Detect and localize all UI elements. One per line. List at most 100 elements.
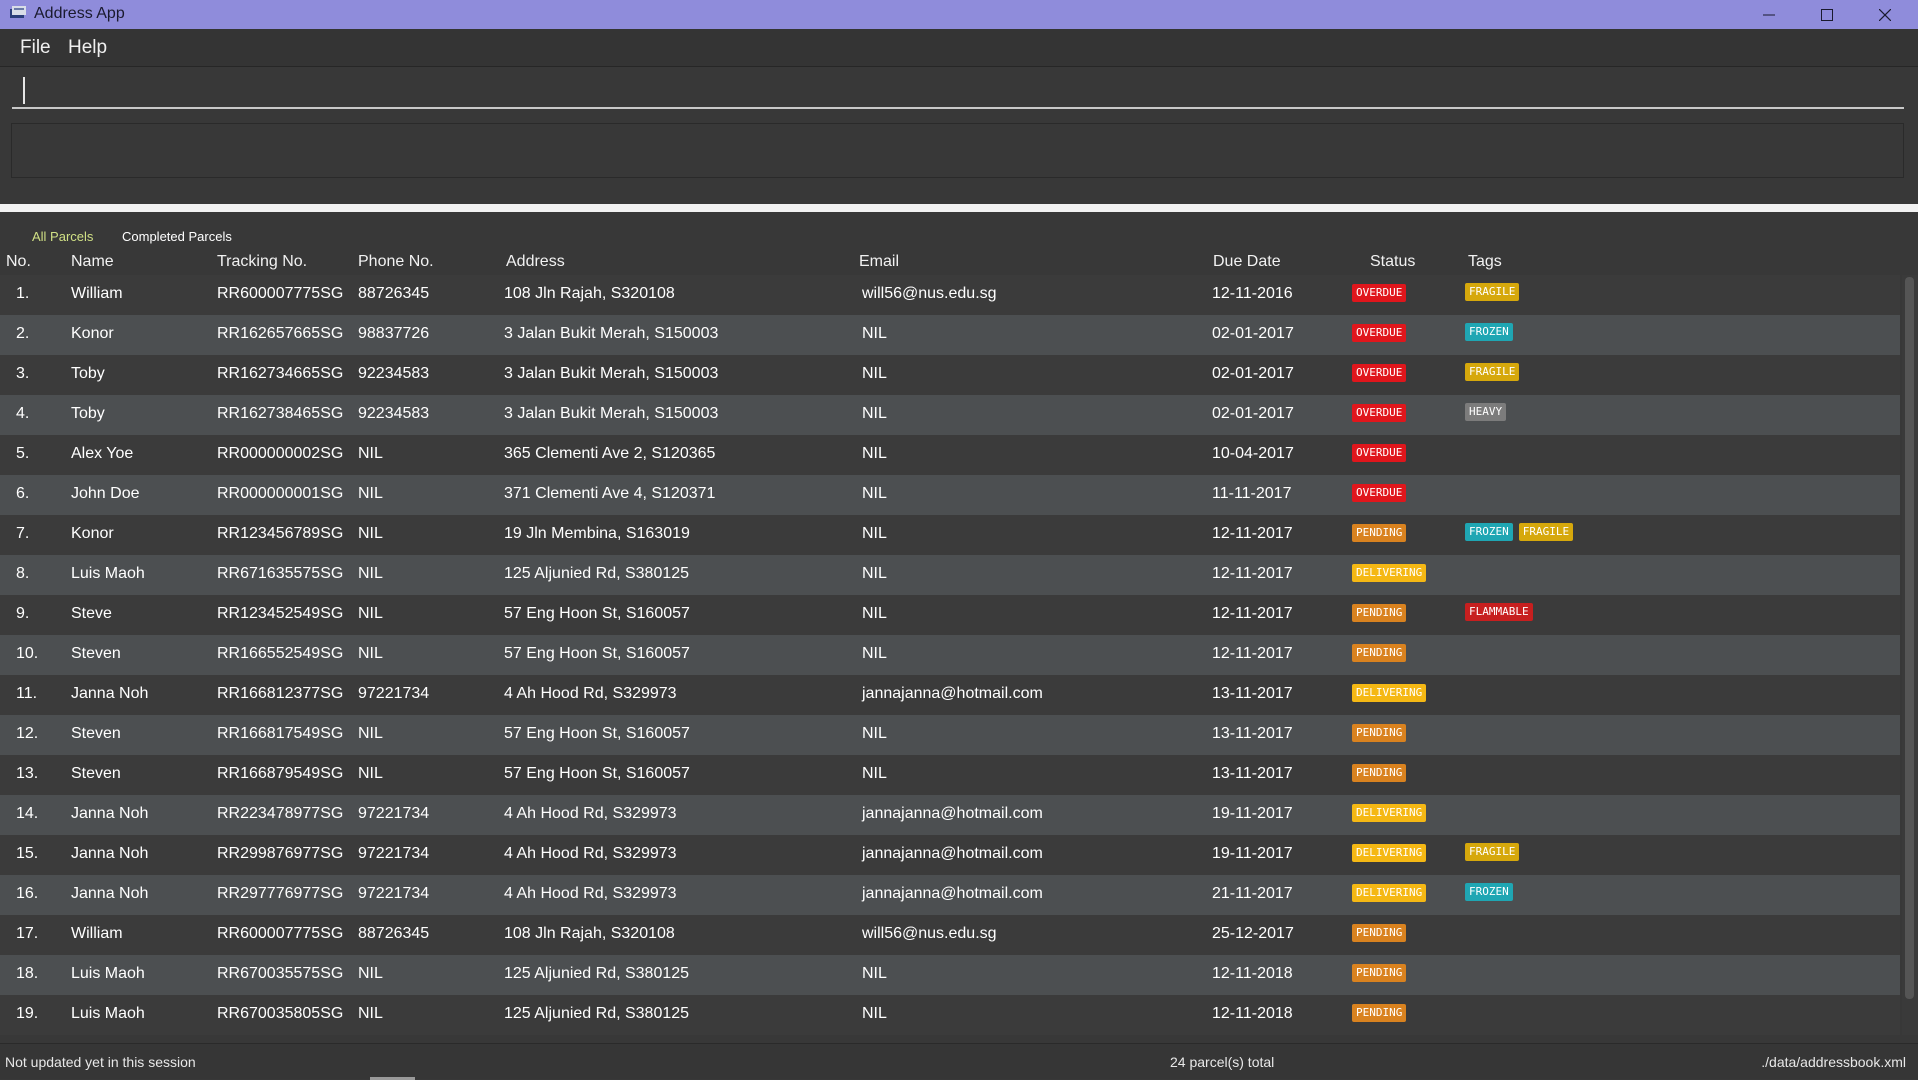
row-address: 4 Ah Hood Rd, S329973: [504, 805, 677, 822]
row-number: 11.: [16, 685, 38, 702]
row-address: 4 Ah Hood Rd, S329973: [504, 685, 677, 702]
tag-badge: FROZEN: [1465, 883, 1513, 901]
header-address[interactable]: Address: [506, 253, 565, 271]
vertical-scrollbar[interactable]: [1902, 275, 1918, 1035]
status-badge: OVERDUE: [1352, 484, 1407, 502]
row-number: 1.: [16, 285, 30, 302]
tag-badge: FRAGILE: [1518, 523, 1574, 541]
maximize-button[interactable]: [1798, 0, 1856, 29]
row-address: 125 Aljunied Rd, S380125: [504, 965, 690, 982]
status-badge: PENDING: [1352, 1004, 1407, 1022]
header-status[interactable]: Status: [1370, 253, 1415, 271]
table-row[interactable]: 4. Toby RR162738465SG 92234583 3 Jalan Bukit…: [0, 395, 1900, 435]
status-badge: PENDING: [1352, 724, 1407, 742]
close-icon: [1879, 8, 1891, 21]
status-badge: OVERDUE: [1352, 404, 1407, 422]
table-row[interactable]: 1. William RR600007775SG 88726345 108 Jln Ra…: [0, 275, 1900, 315]
row-name: Steven: [71, 645, 121, 662]
row-due-date: 12-11-2017: [1212, 605, 1293, 622]
minimize-icon: [1763, 14, 1775, 15]
row-name: Luis Maoh: [71, 565, 145, 582]
table-row[interactable]: 7. Konor RR123456789SG NIL 19 Jln Membina, S…: [0, 515, 1900, 555]
row-status: OVERDUE: [1352, 443, 1407, 462]
menu-help[interactable]: Help: [68, 37, 107, 59]
row-tracking: RR297776977SG: [217, 885, 344, 902]
row-status: DELIVERING: [1352, 803, 1427, 822]
row-address: 125 Aljunied Rd, S380125: [504, 1005, 690, 1022]
row-status: OVERDUE: [1352, 283, 1407, 302]
row-status: PENDING: [1352, 1003, 1407, 1022]
tab-all-parcels[interactable]: All Parcels: [32, 229, 93, 244]
row-due-date: 10-04-2017: [1212, 445, 1294, 462]
row-number: 8.: [16, 565, 30, 582]
row-phone: 97221734: [358, 845, 430, 862]
row-email: NIL: [862, 605, 887, 622]
menu-bar: File Help: [0, 29, 1918, 67]
header-name[interactable]: Name: [71, 253, 114, 271]
row-number: 5.: [16, 445, 30, 462]
table-row[interactable]: 17. William RR600007775SG 88726345 108 Jln R…: [0, 915, 1900, 955]
table-row[interactable]: 6. John Doe RR000000001SG NIL 371 Clementi A…: [0, 475, 1900, 515]
table-row[interactable]: 16. Janna Noh RR297776977SG 97221734 4 Ah Ho…: [0, 875, 1900, 915]
row-name: Luis Maoh: [71, 1005, 145, 1022]
row-tracking: RR600007775SG: [217, 925, 344, 942]
tag-badge: FRAGILE: [1465, 363, 1520, 381]
tag-badge: FRAGILE: [1465, 283, 1520, 301]
row-tracking: RR162657665SG: [217, 325, 344, 342]
row-due-date: 02-01-2017: [1212, 325, 1294, 342]
table-row[interactable]: 8. Luis Maoh RR671635575SG NIL 125 Aljunied …: [0, 555, 1900, 595]
header-phone[interactable]: Phone No.: [358, 253, 434, 271]
row-name: William: [71, 925, 123, 942]
table-row[interactable]: 11. Janna Noh RR166812377SG 97221734 4 Ah Ho…: [0, 675, 1900, 715]
menu-file[interactable]: File: [20, 37, 51, 59]
text-caret: [23, 77, 25, 104]
table-row[interactable]: 12. Steven RR166817549SG NIL 57 Eng Hoon St,…: [0, 715, 1900, 755]
status-badge: PENDING: [1352, 764, 1407, 782]
table-row[interactable]: 5. Alex Yoe RR000000002SG NIL 365 Clementi A…: [0, 435, 1900, 475]
divider: [0, 204, 1918, 212]
command-input[interactable]: [12, 77, 1904, 109]
row-address: 19 Jln Membina, S163019: [504, 525, 690, 542]
tag-badge: FLAMMABLE: [1465, 603, 1533, 621]
row-address: 3 Jalan Bukit Merah, S150003: [504, 365, 719, 382]
status-badge: DELIVERING: [1352, 844, 1427, 862]
row-number: 6.: [16, 485, 30, 502]
minimize-button[interactable]: [1740, 0, 1798, 29]
table-row[interactable]: 19. Luis Maoh RR670035805SG NIL 125 Aljunied…: [0, 995, 1900, 1035]
row-phone: NIL: [358, 605, 383, 622]
header-email[interactable]: Email: [859, 253, 899, 271]
row-number: 9.: [16, 605, 30, 622]
row-name: Steve: [71, 605, 112, 622]
row-phone: NIL: [358, 645, 383, 662]
table-row[interactable]: 18. Luis Maoh RR670035575SG NIL 125 Aljunied…: [0, 955, 1900, 995]
table-row[interactable]: 13. Steven RR166879549SG NIL 57 Eng Hoon St,…: [0, 755, 1900, 795]
parcel-list: 1. William RR600007775SG 88726345 108 Jln Ra…: [0, 275, 1900, 1035]
status-badge: DELIVERING: [1352, 884, 1427, 902]
row-email: jannajanna@hotmail.com: [862, 685, 1043, 702]
row-status: OVERDUE: [1352, 403, 1407, 422]
close-button[interactable]: [1856, 0, 1914, 29]
row-address: 3 Jalan Bukit Merah, S150003: [504, 405, 719, 422]
row-phone: NIL: [358, 445, 383, 462]
row-status: OVERDUE: [1352, 323, 1407, 342]
header-tracking[interactable]: Tracking No.: [217, 253, 307, 271]
row-due-date: 13-11-2017: [1212, 765, 1293, 782]
row-email: NIL: [862, 645, 887, 662]
header-no[interactable]: No.: [6, 253, 31, 271]
header-tags[interactable]: Tags: [1468, 253, 1502, 271]
row-tracking: RR166879549SG: [217, 765, 344, 782]
status-badge: DELIVERING: [1352, 564, 1427, 582]
tab-completed-parcels[interactable]: Completed Parcels: [122, 229, 232, 244]
row-email: NIL: [862, 765, 887, 782]
table-row[interactable]: 14. Janna Noh RR223478977SG 97221734 4 Ah Ho…: [0, 795, 1900, 835]
status-badge: PENDING: [1352, 604, 1407, 622]
table-row[interactable]: 9. Steve RR123452549SG NIL 57 Eng Hoon St, S…: [0, 595, 1900, 635]
scrollbar-thumb[interactable]: [1905, 277, 1914, 999]
row-tracking: RR162738465SG: [217, 405, 344, 422]
header-due-date[interactable]: Due Date: [1213, 253, 1281, 271]
table-row[interactable]: 2. Konor RR162657665SG 98837726 3 Jalan Buki…: [0, 315, 1900, 355]
table-row[interactable]: 10. Steven RR166552549SG NIL 57 Eng Hoon St,…: [0, 635, 1900, 675]
row-due-date: 12-11-2016: [1212, 285, 1293, 302]
table-row[interactable]: 3. Toby RR162734665SG 92234583 3 Jalan Bukit…: [0, 355, 1900, 395]
table-row[interactable]: 15. Janna Noh RR299876977SG 97221734 4 Ah Ho…: [0, 835, 1900, 875]
